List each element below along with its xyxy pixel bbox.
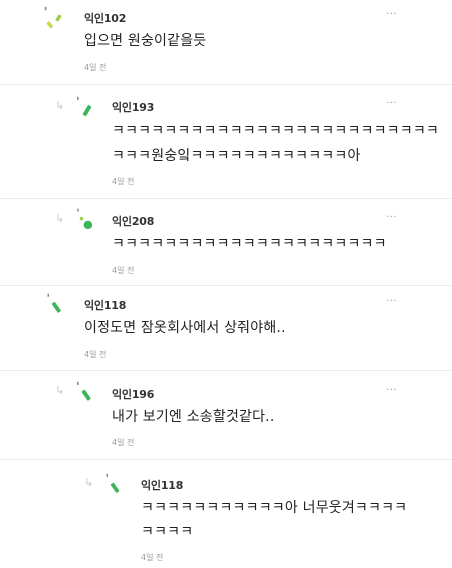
divider [0,459,452,460]
more-options-icon[interactable]: ··· [386,10,397,20]
comment-text: ㅋㅋㅋㅋㅋㅋㅋㅋㅋㅋㅋㅋㅋㅋㅋㅋㅋㅋㅋㅋㅋㅋㅋㅋㅋ [112,123,439,139]
divider [0,370,452,371]
reply-arrow-icon: ↳ [55,384,65,397]
comment-text: ㅋㅋㅋㅋㅋㅋㅋㅋㅋㅋㅋㅋㅋㅋㅋㅋㅋㅋㅋㅋㅋ [112,236,387,252]
divider [0,84,452,85]
comment-text: 내가 보기엔 소송할것같다.. [112,409,275,425]
comment-time: 4일 전 [84,63,107,72]
more-options-icon[interactable]: ··· [386,297,397,307]
reply-arrow-icon: ↳ [55,99,65,112]
divider [0,198,452,199]
comment-time: 4일 전 [141,553,164,562]
reply-arrow-icon: ↳ [84,476,94,489]
comment-author[interactable]: 익인118 [84,297,126,313]
comment-text: 이정도면 잠옷회사에서 상줘야해.. [84,320,286,336]
avatar [47,293,61,313]
comment-author[interactable]: 익인118 [141,477,183,493]
comment-text: 입으면 원숭이같을듯 [84,33,207,49]
avatar [106,473,120,493]
more-options-icon[interactable]: ··· [386,99,397,109]
comment-time: 4일 전 [112,438,135,447]
avatar [77,96,92,117]
comment-time: 4일 전 [112,266,135,275]
avatar [77,381,91,401]
divider [0,285,452,286]
avatar [77,208,93,230]
comment-author[interactable]: 익인208 [112,213,154,229]
reply-arrow-icon: ↳ [55,212,65,225]
more-options-icon[interactable]: ··· [386,213,397,223]
comment-time: 4일 전 [84,350,107,359]
comment-time: 4일 전 [112,177,135,186]
avatar [44,6,62,29]
comment-author[interactable]: 익인193 [112,99,154,115]
comment-text: ㅋㅋㅋㅋ [141,524,194,540]
comment-author[interactable]: 익인102 [84,10,126,26]
comment-text: ㅋㅋㅋ원숭잌ㅋㅋㅋㅋㅋㅋㅋㅋㅋㅋㅋㅋ아 [112,148,361,164]
more-options-icon[interactable]: ··· [386,386,397,396]
comment-author[interactable]: 익인196 [112,386,154,402]
